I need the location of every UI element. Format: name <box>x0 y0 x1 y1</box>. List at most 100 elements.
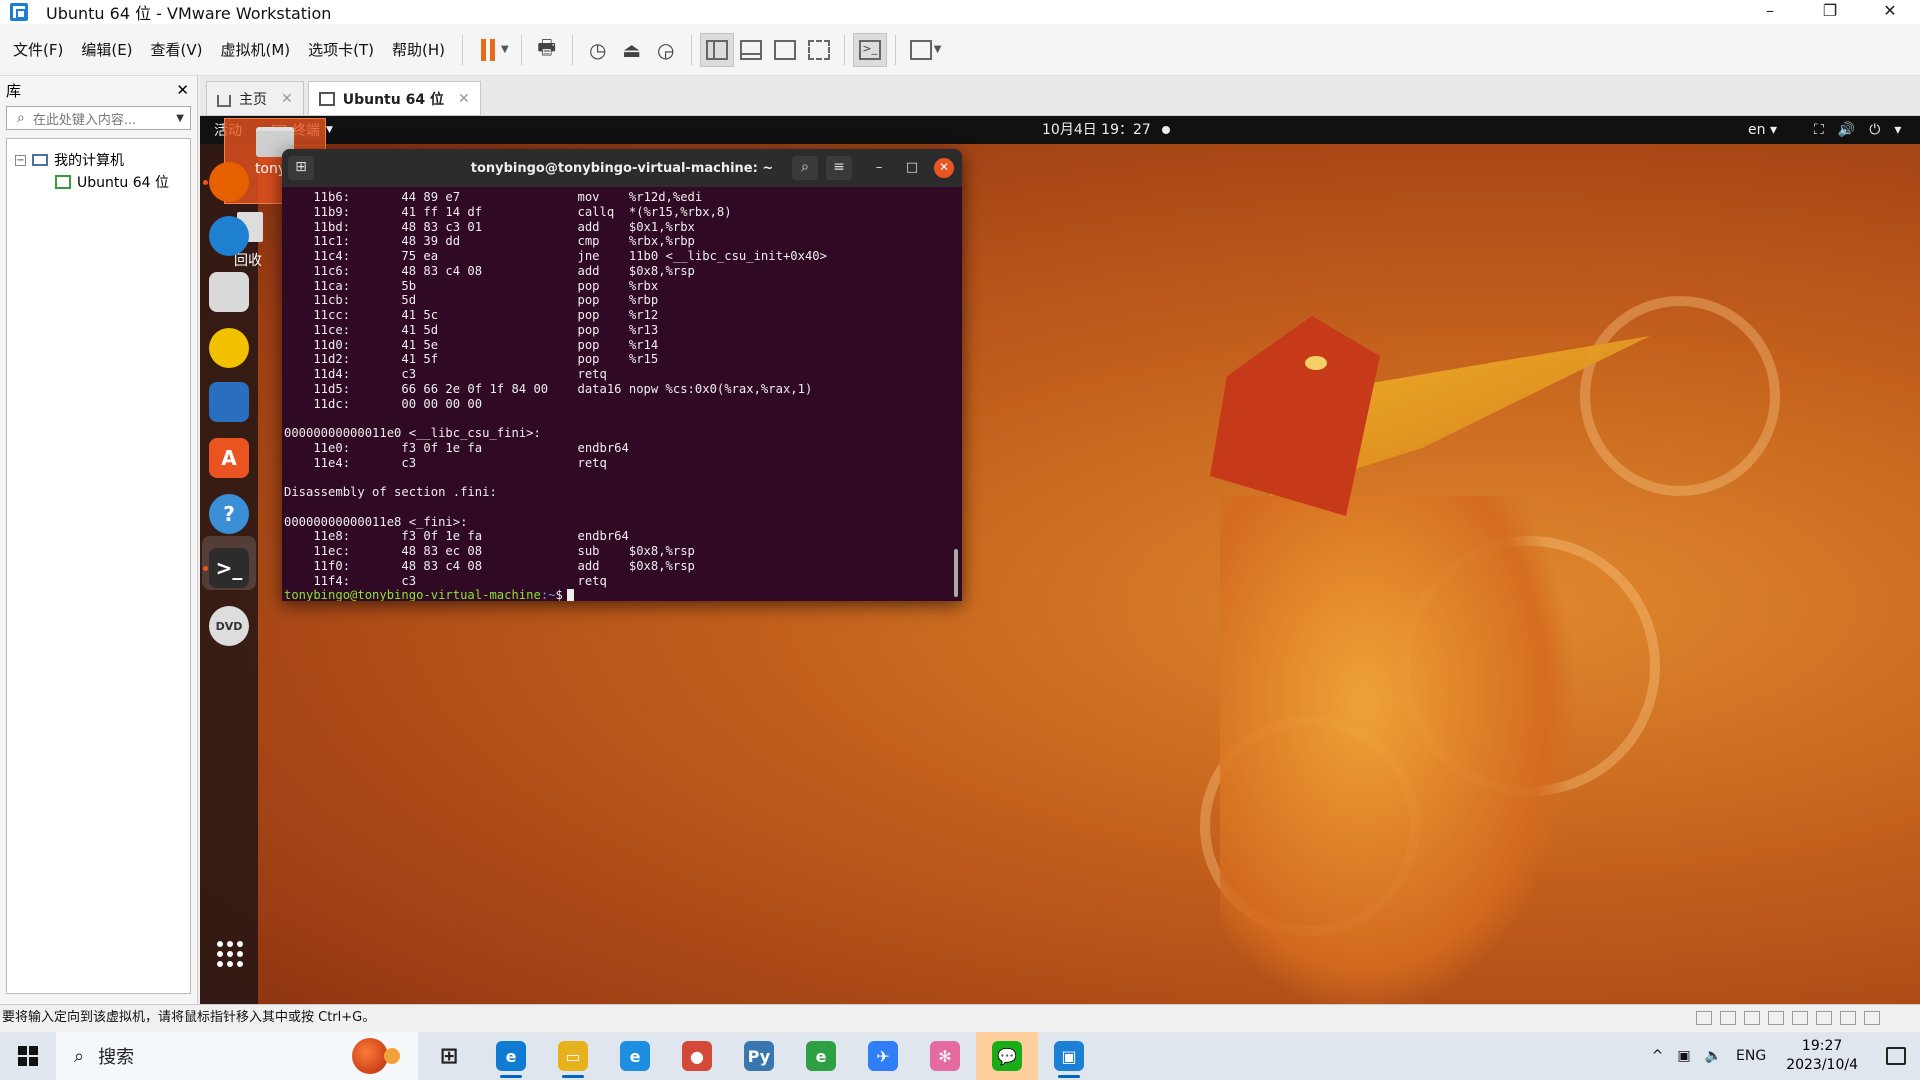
close-icon[interactable]: ✕ <box>934 158 954 178</box>
taskbar-app-chrome[interactable]: ● <box>666 1032 728 1080</box>
minimize-button[interactable]: – <box>1740 0 1800 24</box>
fullscreen-button[interactable] <box>768 33 802 67</box>
console-view-button[interactable]: >_ <box>852 32 887 67</box>
taskbar-app-wechat[interactable]: 💬 <box>976 1032 1038 1080</box>
tab-close-button[interactable]: ✕ <box>281 91 293 107</box>
prompt-path: :~ <box>540 588 556 601</box>
terminal-scrollbar[interactable] <box>954 549 958 597</box>
taskbar-app-python[interactable]: Py <box>728 1032 790 1080</box>
chevron-down-icon[interactable]: ▼ <box>176 113 184 124</box>
sound-icon[interactable] <box>1816 1011 1832 1025</box>
minimize-icon[interactable]: – <box>868 157 890 179</box>
taskbar-app-pinwheel[interactable]: ✻ <box>914 1032 976 1080</box>
snapshot-button[interactable]: ◷ <box>581 33 615 67</box>
menu-view[interactable]: 查看(V) <box>142 39 212 60</box>
terminal-line: 11f4: c3 retq <box>284 573 607 588</box>
prompt-user: tonybingo@tonybingo-virtual-machine <box>284 588 541 601</box>
thunderbird-icon[interactable] <box>209 216 249 256</box>
revert-snapshot-button[interactable]: ⏏ <box>615 33 649 67</box>
stretch-dropdown-icon[interactable]: ▼ <box>934 44 942 55</box>
power-icon: ⏻ <box>1869 122 1881 138</box>
rhythmbox-icon[interactable] <box>209 328 249 368</box>
tree-item-ubuntu[interactable]: Ubuntu 64 位 <box>7 171 190 193</box>
taskbar-app-vmware[interactable]: ▣ <box>1038 1032 1100 1080</box>
menu-vm[interactable]: 虚拟机(M) <box>212 39 300 60</box>
taskbar-app-feishu[interactable]: ✈ <box>852 1032 914 1080</box>
vmware-titlebar: Ubuntu 64 位 - VMware Workstation – ❐ ✕ <box>0 0 1920 24</box>
input-language[interactable]: en ▾ <box>1748 116 1777 144</box>
send-ctrl-alt-del-button[interactable]: 🖶 <box>530 33 564 67</box>
message-icon[interactable] <box>1864 1011 1880 1025</box>
display-icon[interactable] <box>1840 1011 1856 1025</box>
volume-icon[interactable]: 🔈 <box>1705 1048 1722 1064</box>
notification-icon[interactable] <box>1886 1047 1906 1065</box>
input-method[interactable]: ENG <box>1736 1048 1766 1064</box>
cd-icon[interactable] <box>1720 1011 1736 1025</box>
volume-icon: 🔊 <box>1837 122 1856 138</box>
snapshot-manager-button[interactable]: ◶ <box>649 33 683 67</box>
window-title: Ubuntu 64 位 - VMware Workstation <box>46 4 332 23</box>
taskbar-app-sync-app[interactable]: e <box>790 1032 852 1080</box>
firefox-icon[interactable] <box>209 162 249 202</box>
menu-tabs[interactable]: 选项卡(T) <box>299 39 383 60</box>
stretch-guest-button[interactable] <box>904 33 938 67</box>
terminal-window[interactable]: ⊞ tonybingo@tonybingo-virtual-machine: ~… <box>282 149 962 601</box>
vm-running-icon <box>55 175 71 189</box>
unity-button[interactable] <box>802 33 836 67</box>
search-icon: ⌕ <box>74 1045 85 1067</box>
taskbar-app-edge-dev[interactable]: e <box>604 1032 666 1080</box>
terminal-line: 11c1: 48 39 dd cmp %rbx,%rbp <box>284 234 695 249</box>
start-button[interactable] <box>0 1032 56 1080</box>
search-icon: ⌕ <box>17 110 25 126</box>
taskbar-app-edge[interactable]: e <box>480 1032 542 1080</box>
files-icon[interactable] <box>209 272 249 312</box>
hdd-icon[interactable] <box>1696 1011 1712 1025</box>
restore-button[interactable]: ❐ <box>1800 0 1860 24</box>
terminal-headerbar[interactable]: ⊞ tonybingo@tonybingo-virtual-machine: ~… <box>282 149 962 187</box>
hamburger-menu-icon[interactable]: ≡ <box>826 156 852 180</box>
terminal-output[interactable]: 11b6: 44 89 e7 mov %r12d,%edi 11b9: 41 f… <box>282 187 962 601</box>
clock[interactable]: 10月4日 19：27 <box>1042 116 1151 144</box>
guest-screen[interactable]: 活动 终端 ▼ 10月4日 19：27 en ▾ ⛶ 🔊 ⏻ ▾ tonyb 回… <box>200 116 1920 1004</box>
pause-button[interactable] <box>471 33 505 67</box>
tab-home[interactable]: 主页 ✕ <box>206 81 304 115</box>
usb-icon[interactable] <box>1768 1011 1784 1025</box>
help-icon[interactable]: ? <box>209 494 249 534</box>
collapse-toggle[interactable]: − <box>15 154 26 166</box>
tab-ubuntu[interactable]: Ubuntu 64 位 ✕ <box>307 81 481 115</box>
show-library-button[interactable] <box>699 32 734 67</box>
menu-file[interactable]: 文件(F) <box>4 39 72 60</box>
printer-icon[interactable] <box>1792 1011 1808 1025</box>
libreoffice-writer-icon[interactable] <box>209 382 249 422</box>
close-button[interactable]: ✕ <box>1860 0 1920 24</box>
tray-overflow-button[interactable]: ^ <box>1652 1048 1664 1064</box>
taskbar-app-file-explorer[interactable]: ▭ <box>542 1032 604 1080</box>
menu-help[interactable]: 帮助(H) <box>383 39 454 60</box>
system-menu[interactable]: ⛶ 🔊 ⏻ ▾ <box>1814 116 1901 144</box>
search-icon[interactable]: ⌕ <box>792 156 818 180</box>
terminal-prompt[interactable]: tonybingo@tonybingo-virtual-machine:~$ <box>284 588 962 601</box>
edge-icon: e <box>496 1041 526 1071</box>
tab-close-button[interactable]: ✕ <box>458 91 470 107</box>
pause-dropdown-icon[interactable]: ▼ <box>501 44 509 55</box>
library-search-input[interactable]: ⌕ 在此处键入内容... ▼ <box>6 106 191 130</box>
maximize-icon[interactable]: □ <box>901 157 923 179</box>
network-adapter-icon[interactable] <box>1744 1011 1760 1025</box>
tree-item-my-computer[interactable]: − 我的计算机 <box>7 149 190 171</box>
ubuntu-software-icon[interactable]: A <box>209 438 249 478</box>
dvd-icon[interactable]: DVD <box>209 606 249 646</box>
menu-edit[interactable]: 编辑(E) <box>72 39 141 60</box>
library-close-button[interactable]: ✕ <box>176 81 189 99</box>
taskbar-clock[interactable]: 19:27 2023/10/4 <box>1786 1037 1858 1075</box>
network-icon[interactable]: ▣ <box>1677 1048 1690 1064</box>
windows-taskbar: ⌕ 搜索 ⊞ e ▭ e ● Py e ✈ ✻ 💬 ▣ ^ ▣ 🔈 ENG 19:27 2023/1… <box>0 1032 1920 1080</box>
taskbar-app-task-view[interactable]: ⊞ <box>418 1032 480 1080</box>
terminal-icon[interactable]: >_ <box>209 548 249 588</box>
taskbar-search[interactable]: ⌕ 搜索 <box>56 1032 418 1080</box>
fullscreen-icon <box>773 39 796 60</box>
show-applications-icon[interactable] <box>217 941 243 967</box>
thumbnail-bar-button[interactable] <box>734 33 768 67</box>
terminal-line: 11ce: 41 5d pop %r13 <box>284 322 659 337</box>
